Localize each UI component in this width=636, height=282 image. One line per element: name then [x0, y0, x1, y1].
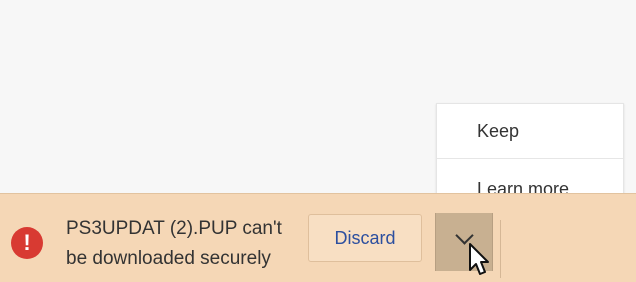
discard-button-label: Discard	[334, 228, 396, 248]
keep-menu-item[interactable]: Keep	[437, 104, 625, 158]
shelf-divider	[500, 220, 501, 278]
browser-page: Keep Learn more ! PS3UPDAT (2).PUP can't…	[0, 0, 636, 282]
keep-menu-label: Keep	[477, 121, 520, 141]
discard-button[interactable]: Discard	[308, 214, 422, 262]
download-warning-message: PS3UPDAT (2).PUP can't be downloaded sec…	[66, 218, 282, 269]
download-shelf: ! PS3UPDAT (2).PUP can't be downloaded s…	[0, 193, 636, 282]
error-icon: !	[11, 227, 43, 259]
menu-separator	[437, 158, 623, 159]
mouse-cursor-icon	[469, 243, 489, 275]
